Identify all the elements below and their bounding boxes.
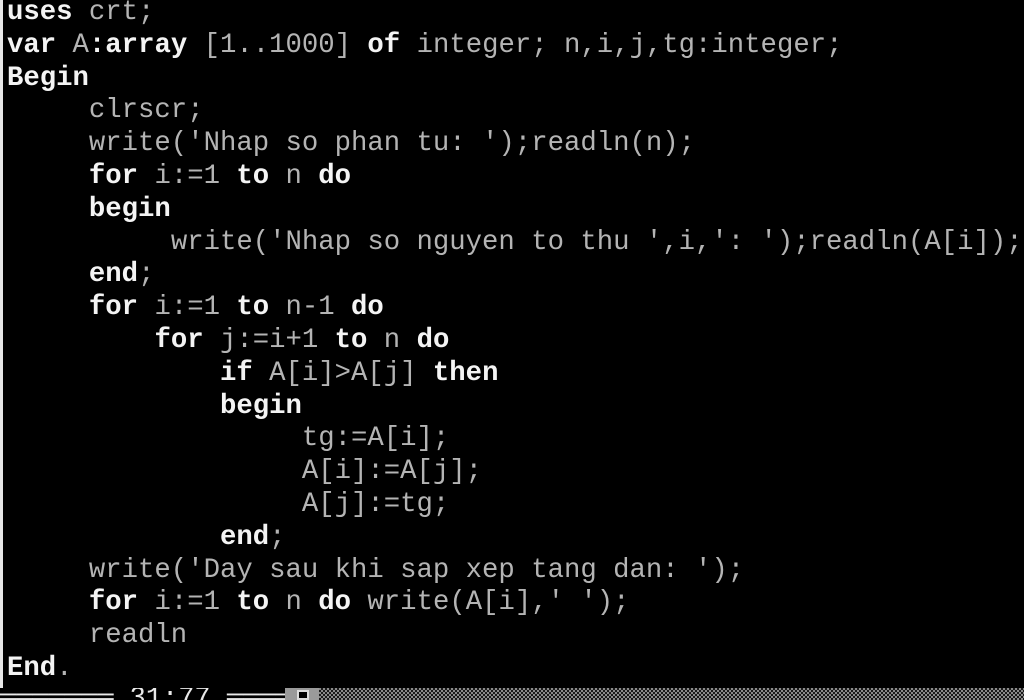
code-token: write(A[i],' '); (367, 587, 630, 619)
code-line[interactable]: end; (7, 522, 1023, 555)
code-line[interactable]: uses crt; (7, 0, 1023, 30)
code-token: A (72, 29, 89, 61)
code-token: crt; (88, 0, 155, 28)
code-line[interactable]: end; (7, 259, 1023, 292)
code-token: n (285, 160, 319, 192)
code-line[interactable]: clrscr; (7, 95, 1023, 128)
code-line[interactable]: write('Nhap so phan tu: ');readln(n); (7, 128, 1023, 161)
keyword-token: end (219, 521, 270, 553)
keyword-token: do (318, 160, 352, 192)
code-token: A[i]>A[j] (269, 357, 433, 389)
cursor-position: ═══════ 31:77 ═════ (0, 688, 308, 700)
code-line[interactable]: for i:=1 to n-1 do (7, 292, 1023, 325)
keyword-token: do (318, 587, 368, 619)
status-bar: ═══════ 31:77 ═════ (0, 688, 1024, 700)
keyword-token: to (236, 587, 286, 619)
code-line[interactable]: write('Day sau khi sap xep tang dan: '); (7, 555, 1023, 588)
code-token: write('Day sau khi sap xep tang dan: '); (88, 554, 745, 586)
keyword-token: for (88, 587, 155, 619)
code-token: A[i]:=A[j]; (301, 456, 483, 488)
code-line[interactable]: begin (7, 391, 1023, 424)
code-token: readln (88, 620, 188, 652)
keyword-token: to (236, 160, 286, 192)
keyword-token: End (7, 652, 57, 684)
code-token: ; (138, 259, 155, 291)
keyword-token: then (432, 357, 499, 389)
code-token: n (285, 587, 319, 619)
code-line[interactable]: Begin (7, 63, 1023, 96)
code-line[interactable]: End. (7, 653, 1023, 686)
code-token: write('Nhap so nguyen to thu ',i,': ');r… (170, 226, 1023, 258)
code-line[interactable]: A[i]:=A[j]; (7, 456, 1023, 489)
code-token: i:=1 (154, 587, 237, 619)
code-line[interactable]: begin (7, 194, 1023, 227)
keyword-token: begin (88, 193, 171, 225)
keyword-token: var (7, 29, 73, 61)
code-token: . (56, 652, 73, 684)
code-token: i:=1 (154, 292, 237, 324)
code-token: n-1 (285, 292, 352, 324)
code-line[interactable]: tg:=A[i]; (7, 423, 1023, 456)
keyword-token: end (88, 259, 139, 291)
code-line[interactable]: var A:array [1..1000] of integer; n,i,j,… (7, 30, 1023, 63)
code-token: clrscr; (88, 95, 204, 127)
code-editor[interactable]: uses crt; var A:array [1..1000] of intege… (0, 0, 1024, 688)
code-token: write('Nhap so phan tu: ');readln(n); (88, 128, 695, 160)
code-token: integer; n,i,j,tg:integer; (416, 29, 843, 61)
code-token: j:=i+1 (219, 324, 335, 356)
code-token: [1..1000] (203, 29, 368, 61)
keyword-token: for (88, 160, 155, 192)
keyword-token: Begin (7, 62, 89, 94)
keyword-token: for (88, 292, 155, 324)
code-token: ; (269, 521, 286, 553)
code-token: n (383, 324, 417, 356)
keyword-token: do (416, 324, 450, 356)
keyword-token: for (154, 324, 220, 356)
keyword-token: uses (7, 0, 89, 28)
code-line[interactable]: for i:=1 to n do write(A[i],' '); (7, 587, 1023, 620)
code-token: tg:=A[i]; (301, 423, 450, 455)
keyword-token: to (236, 292, 286, 324)
code-line[interactable]: for j:=i+1 to n do (7, 325, 1023, 358)
keyword-token: begin (219, 390, 302, 422)
horizontal-scrollbar[interactable] (285, 688, 1024, 700)
code-text[interactable]: uses crt; var A:array [1..1000] of intege… (7, 0, 1023, 686)
keyword-token: :array (88, 29, 204, 61)
keyword-token: if (219, 357, 270, 389)
scroll-thumb[interactable] (297, 690, 309, 700)
keyword-token: to (334, 324, 384, 356)
code-line[interactable]: if A[i]>A[j] then (7, 358, 1023, 391)
code-line[interactable]: write('Nhap so nguyen to thu ',i,': ');r… (7, 227, 1023, 260)
code-token: A[j]:=tg; (301, 488, 450, 520)
keyword-token: of (367, 29, 417, 61)
keyword-token: do (351, 292, 384, 324)
code-line[interactable]: for i:=1 to n do (7, 161, 1023, 194)
code-line[interactable]: readln (7, 620, 1023, 653)
code-line[interactable]: A[j]:=tg; (7, 489, 1023, 522)
code-token: i:=1 (154, 160, 237, 192)
